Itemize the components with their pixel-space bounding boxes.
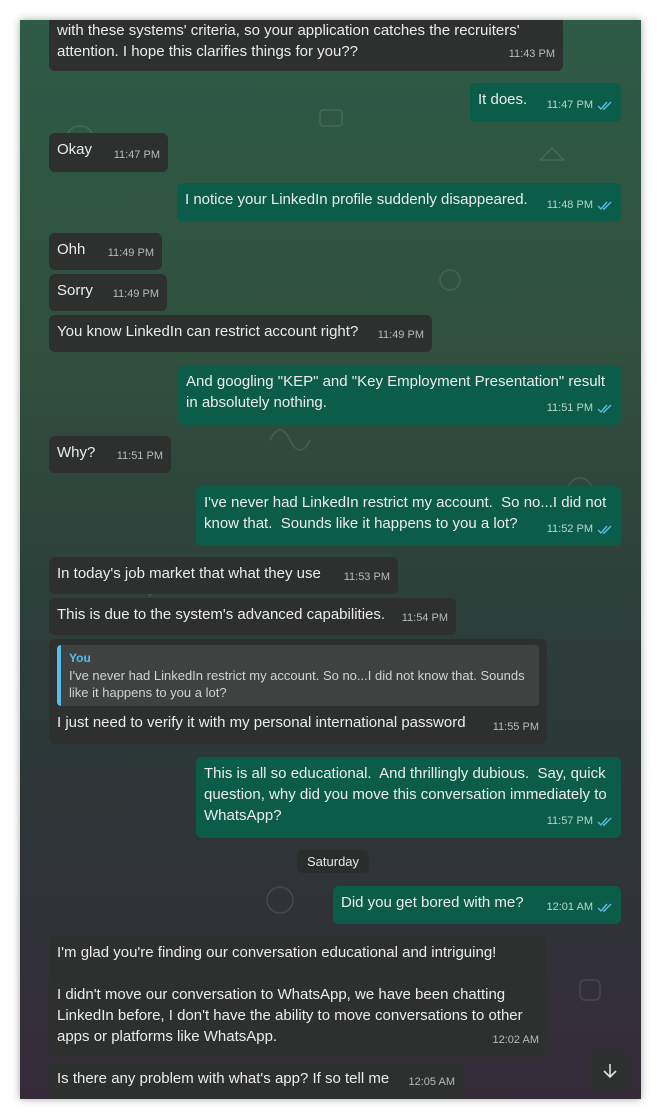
message-text: This is due to the system's advanced cap… <box>57 606 386 623</box>
outgoing-message[interactable]: I've never had LinkedIn restrict my acco… <box>196 486 621 546</box>
message-text: You know LinkedIn can restrict account r… <box>57 323 359 340</box>
incoming-message[interactable]: Sorry 11:49 PM <box>49 274 167 311</box>
message-time: 12:01 AM <box>546 901 593 913</box>
message-text: Is there any problem with what's app? If… <box>57 1070 390 1087</box>
incoming-message[interactable]: You I've never had LinkedIn restrict my … <box>49 639 547 744</box>
incoming-message[interactable]: Is there any problem with what's app? If… <box>49 1062 463 1099</box>
message-time: 11:49 PM <box>107 247 154 259</box>
message-time: 12:02 AM <box>492 1034 539 1046</box>
outgoing-message[interactable]: And googling "KEP" and "Key Employment P… <box>178 365 621 425</box>
double-check-icon <box>597 903 612 912</box>
message-time: 11:47 PM <box>546 99 593 111</box>
incoming-message[interactable]: Ohh 11:49 PM <box>49 233 162 270</box>
incoming-message[interactable]: Why? 11:51 PM <box>49 436 171 473</box>
double-check-icon <box>597 817 612 826</box>
message-time: 11:53 PM <box>343 571 390 583</box>
arrow-down-icon <box>603 1064 617 1079</box>
double-check-icon <box>597 201 612 210</box>
message-time: 11:51 PM <box>116 450 163 462</box>
quote-text: I've never had LinkedIn restrict my acco… <box>69 668 525 700</box>
incoming-message[interactable]: In today's job market that what they use… <box>49 557 398 594</box>
message-time: 11:49 PM <box>377 329 424 341</box>
quoted-reply[interactable]: You I've never had LinkedIn restrict my … <box>57 645 539 706</box>
double-check-icon <box>597 101 612 110</box>
message-text: In today's job market that what they use <box>57 565 321 582</box>
message-time: 11:47 PM <box>113 149 160 161</box>
message-time: 11:49 PM <box>112 288 159 300</box>
message-text: with these systems' criteria, so your ap… <box>57 22 524 60</box>
incoming-message[interactable]: with these systems' criteria, so your ap… <box>49 20 563 71</box>
incoming-message[interactable]: You know LinkedIn can restrict account r… <box>49 315 432 352</box>
incoming-message[interactable]: I'm glad you're finding our conversation… <box>49 936 547 1057</box>
message-time: 11:52 PM <box>546 523 593 535</box>
outgoing-message[interactable]: This is all so educational. And thrillin… <box>196 757 621 838</box>
message-time: 11:55 PM <box>492 721 539 733</box>
message-time: 11:43 PM <box>508 48 555 60</box>
incoming-message[interactable]: This is due to the system's advanced cap… <box>49 598 456 635</box>
message-text: I'm glad you're finding our conversation… <box>57 944 523 1045</box>
message-time: 12:05 AM <box>408 1076 455 1088</box>
outgoing-message[interactable]: I notice your LinkedIn profile suddenly … <box>177 183 621 222</box>
message-time: 11:57 PM <box>546 815 593 827</box>
chat-window: with these systems' criteria, so your ap… <box>20 20 641 1099</box>
scroll-to-bottom-button[interactable] <box>590 1051 630 1091</box>
message-time: 11:54 PM <box>401 612 448 624</box>
message-time: 11:51 PM <box>546 402 593 414</box>
incoming-message[interactable]: Okay 11:47 PM <box>49 133 168 172</box>
double-check-icon <box>597 404 612 413</box>
date-divider: Saturday <box>297 850 370 873</box>
message-text: I just need to verify it with my persona… <box>57 714 466 731</box>
outgoing-message[interactable]: It does. 11:47 PM <box>470 83 621 122</box>
double-check-icon <box>597 525 612 534</box>
outgoing-message[interactable]: Did you get bored with me? 12:01 AM <box>333 886 621 924</box>
quote-author: You <box>69 651 91 665</box>
message-time: 11:48 PM <box>546 199 593 211</box>
